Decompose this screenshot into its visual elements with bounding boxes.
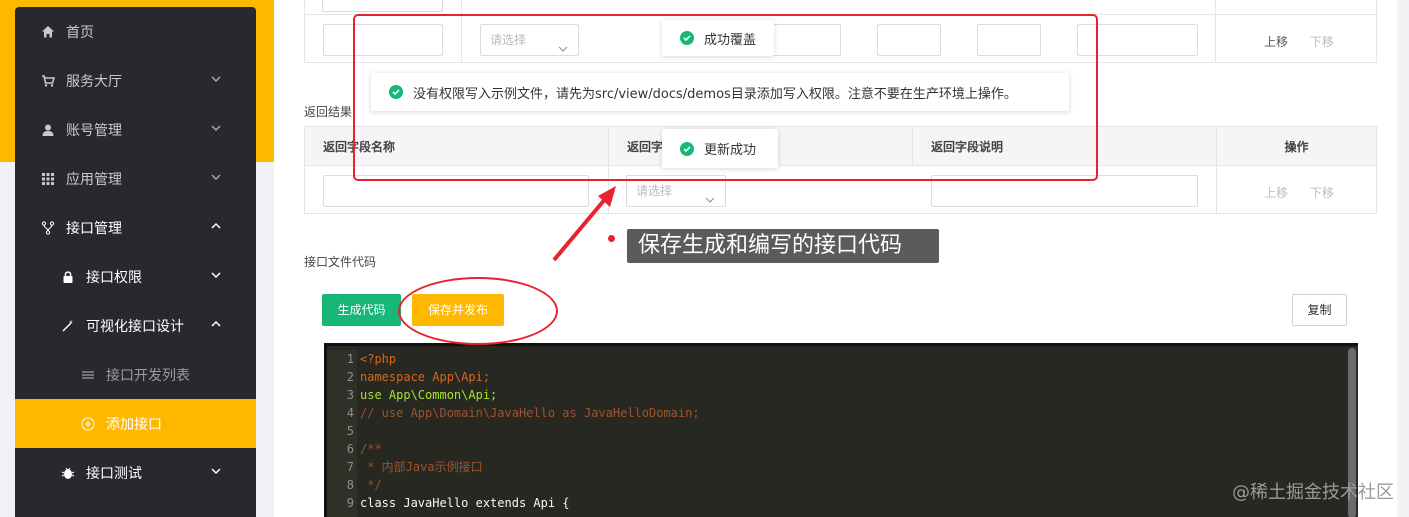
chevron-up-icon (210, 318, 226, 334)
generate-code-button[interactable]: 生成代码 (322, 294, 401, 326)
return-header-ops: 操作 (1216, 126, 1377, 166)
home-icon (40, 24, 56, 40)
sidebar-item-label: 接口权限 (86, 269, 142, 286)
move-up-link[interactable]: 上移 (1264, 186, 1288, 200)
chevron-down-icon (705, 186, 715, 203)
chevron-down-icon (210, 122, 226, 138)
fork-icon (40, 220, 56, 236)
sidebar-item-label: 添加接口 (106, 416, 162, 433)
grid-icon (40, 171, 56, 187)
params-col-divider (1215, 0, 1216, 63)
sidebar-item-api-permission[interactable]: 接口权限 (15, 252, 256, 301)
copy-button[interactable]: 复制 (1292, 294, 1347, 326)
sidebar-item-visual-design[interactable]: 可视化接口设计 (15, 301, 256, 350)
annotation-highlight-ellipse (398, 277, 558, 345)
code-section-label: 接口文件代码 (304, 255, 377, 269)
sidebar-item-add-api[interactable]: 添加接口 (15, 399, 256, 448)
sidebar-item-label: 服务大厅 (66, 73, 122, 90)
wand-icon (60, 318, 76, 334)
sidebar-item-home[interactable]: 首页 (15, 7, 256, 56)
annotation-arrow-icon (552, 186, 616, 262)
param-row-ops: 上移 下移 (1264, 33, 1334, 50)
sidebar-item-label: 接口开发列表 (106, 367, 190, 384)
annotation-highlight-box (353, 14, 1098, 181)
return-row-ops: 上移 下移 (1264, 184, 1334, 201)
user-icon (40, 122, 56, 138)
param-name-input[interactable] (322, 0, 443, 12)
bug-icon (60, 465, 76, 481)
sidebar-item-label: 账号管理 (66, 122, 122, 139)
sidebar-item-account[interactable]: 账号管理 (15, 105, 256, 154)
plus-circle-icon (80, 416, 96, 432)
code-editor[interactable]: 1 <?php 2 namespace App\Api; 3 use App\Comm… (324, 343, 1358, 517)
sidebar-item-label: 接口管理 (66, 220, 122, 237)
return-col-divider (1216, 165, 1217, 214)
page: 首页 服务大厅 账号管理 应用管理 接口管理 接口权限 可视化接口设计 接口开发… (0, 0, 1409, 517)
watermark: @稀土掘金技术社区 (1232, 482, 1394, 503)
sidebar-item-label: 可视化接口设计 (86, 318, 184, 335)
callout-dot (608, 235, 615, 242)
move-down-link[interactable]: 下移 (1310, 35, 1334, 49)
chevron-down-icon (210, 171, 226, 187)
sidebar-item-api[interactable]: 接口管理 (15, 203, 256, 252)
list-icon (80, 367, 96, 383)
chevron-up-icon (210, 220, 226, 236)
chevron-down-icon (210, 465, 226, 481)
sidebar-item-dev-list[interactable]: 接口开发列表 (15, 350, 256, 399)
sidebar-item-label: 首页 (66, 24, 94, 41)
sidebar: 首页 服务大厅 账号管理 应用管理 接口管理 接口权限 可视化接口设计 接口开发… (15, 7, 256, 517)
chevron-down-icon (210, 269, 226, 285)
lock-icon (60, 269, 76, 285)
annotation-callout: 保存生成和编写的接口代码 (627, 229, 939, 263)
sidebar-item-service-hall[interactable]: 服务大厅 (15, 56, 256, 105)
sidebar-item-label: 接口测试 (86, 465, 142, 482)
sidebar-item-label: 应用管理 (66, 171, 122, 188)
sidebar-item-app[interactable]: 应用管理 (15, 154, 256, 203)
return-section-label: 返回结果 (304, 105, 353, 119)
move-up-link[interactable]: 上移 (1264, 35, 1288, 49)
cart-icon (40, 73, 56, 89)
sidebar-item-api-test[interactable]: 接口测试 (15, 448, 256, 497)
chevron-down-icon (210, 73, 226, 89)
move-down-link[interactable]: 下移 (1310, 186, 1334, 200)
